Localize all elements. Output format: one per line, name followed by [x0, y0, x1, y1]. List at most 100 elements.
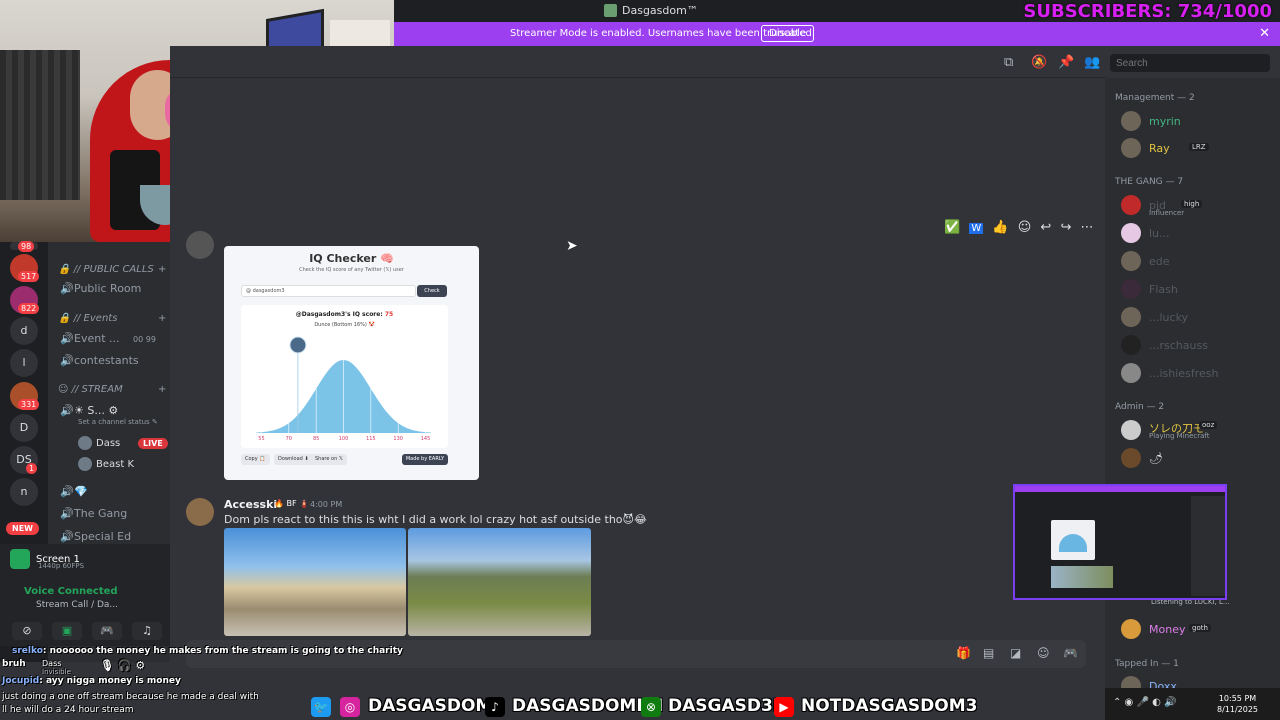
reply-icon[interactable]: ↩ — [1040, 220, 1051, 235]
preview-members — [1191, 496, 1225, 596]
voice-connected-status[interactable]: Voice Connected — [24, 586, 118, 597]
category-events[interactable]: 🔒 // Events + — [58, 313, 166, 324]
iq-title: IQ Checker 🧠 — [309, 252, 394, 265]
message-text: Dom pls react to this this is wht I did … — [224, 513, 647, 526]
disable-button[interactable]: Disable — [761, 25, 815, 42]
voice-channel-diamond[interactable]: 🔊💎 — [60, 485, 88, 498]
avatar — [1121, 619, 1141, 639]
reaction-thumbs[interactable]: 👍 — [992, 220, 1008, 235]
voice-call-name[interactable]: Stream Call / Da... — [36, 600, 118, 610]
search-input[interactable] — [1110, 54, 1270, 72]
speaker-icon: 🔊 — [60, 282, 74, 295]
channel-settings-icon[interactable]: ⚙ — [108, 404, 118, 417]
system-taskbar: ⌃ ◉ 🎤 ◐ 🔊 10:55 PM 8/11/2025 — [1105, 688, 1280, 720]
reaction-check[interactable]: ✅ — [944, 220, 960, 235]
sticker-icon[interactable]: ◪ — [1010, 646, 1021, 660]
avatar — [1121, 279, 1141, 299]
xbox-handle: DASGASD3M — [668, 696, 790, 716]
role-header-management: Management — 2 — [1115, 93, 1195, 103]
youtube-handle: NOTDASGASDOM3 — [801, 696, 978, 716]
forward-icon[interactable]: ↪ — [1060, 220, 1071, 235]
chat-line: just doing a one off stream because he m… — [2, 692, 259, 702]
new-badge[interactable]: NEW — [6, 522, 39, 535]
category-stream[interactable]: ☺ // STREAM + — [58, 384, 166, 395]
message-author[interactable]: Accesski — [224, 498, 277, 511]
server-badge: 1 — [26, 463, 38, 474]
close-icon[interactable]: ✕ — [1259, 26, 1270, 41]
server-icon[interactable]: d — [10, 317, 38, 345]
threads-icon[interactable]: ⧉ — [1004, 55, 1013, 70]
emoji-icon[interactable]: ☺ — [1037, 646, 1050, 660]
headphones-icon[interactable]: 🎧 — [118, 659, 132, 672]
instagram-icon: ◎ — [340, 697, 360, 717]
stream-preview-overlay — [1013, 484, 1227, 600]
voice-user-beast-k[interactable]: Beast K — [78, 457, 134, 471]
screen-share-icon[interactable]: ▣ — [52, 622, 82, 640]
iq-username-input: @ dasgasdom3 — [241, 285, 416, 297]
x-tick-label: 115 — [366, 436, 376, 442]
members-icon[interactable]: 👥 — [1084, 55, 1100, 70]
attached-photo-1[interactable] — [224, 528, 406, 636]
voice-channel-event[interactable]: 🔊Event ... 00 99 — [60, 332, 156, 345]
tiktok-icon: ♪ — [485, 697, 505, 717]
iq-subtitle: Check the IQ score of any Twitter (𝕏) us… — [299, 267, 404, 273]
avatar[interactable] — [186, 498, 214, 526]
voice-channel-contestants[interactable]: 🔊contestants — [60, 354, 139, 367]
avatar — [1121, 420, 1141, 440]
made-by-label: Made by EARLY — [401, 454, 448, 465]
xbox-icon: ⊗ — [641, 697, 661, 717]
settings-icon[interactable]: ⚙ — [135, 659, 145, 672]
stop-camera-icon[interactable]: ⊘ — [12, 622, 42, 640]
iq-buttons: Copy 📋 Download ⬇ Share on 𝕏 Made by EAR… — [241, 454, 448, 466]
voice-user-name[interactable]: Dass — [42, 659, 61, 668]
server-icon[interactable]: n — [10, 478, 38, 506]
voice-channel-public-room[interactable]: 🔊Public Room — [60, 282, 141, 295]
chat-area: ⧉ 🔕 📌 👥 ✅ W 👍 ☺ ↩ ↪ ⋯ IQ Checker 🧠 Check… — [170, 46, 1105, 686]
message-actions: ✅ W 👍 ☺ ↩ ↪ ⋯ — [944, 220, 1098, 242]
role-header-the-gang: THE GANG — 7 — [1115, 177, 1184, 187]
user-tags: 🔥 BF 🧯 — [274, 499, 310, 508]
subscriber-goal-overlay: SUBSCRIBERS: 734/1000 — [1023, 1, 1272, 22]
tray-icons[interactable]: ⌃ ◉ 🎤 ◐ 🔊 — [1113, 697, 1176, 708]
server-icon[interactable]: D — [10, 414, 38, 442]
x-tick-label: 85 — [313, 436, 319, 442]
x-tick-label: 145 — [421, 436, 431, 442]
live-badge: LIVE — [138, 438, 168, 449]
gift-icon[interactable]: 🎁 — [956, 646, 971, 660]
clock[interactable]: 10:55 PM 8/11/2025 — [1217, 693, 1258, 715]
channel-status-hint[interactable]: Set a channel status ✎ — [78, 418, 158, 426]
download-button: Download ⬇ — [274, 454, 313, 465]
mute-notifications-icon[interactable]: 🔕 — [1031, 55, 1047, 70]
server-icon[interactable]: l — [10, 349, 38, 377]
avatar — [1121, 111, 1141, 131]
speaker-icon: 🔊 — [60, 354, 74, 367]
voice-user-dass[interactable]: Dass — [78, 436, 120, 450]
chat-line: ll he will do a 24 hour stream — [2, 705, 134, 715]
iq-checker-image[interactable]: IQ Checker 🧠 Check the IQ score of any T… — [224, 246, 479, 480]
mic-icon[interactable]: 🎙 — [100, 659, 114, 672]
speaker-icon: 🔊 — [60, 507, 74, 520]
voice-channel-stream[interactable]: 🔊☀ S... ⚙ — [60, 404, 118, 417]
screen-icon — [10, 549, 30, 569]
more-icon[interactable]: ⋯ — [1080, 220, 1093, 235]
avatar[interactable] — [186, 231, 214, 259]
iq-result-panel: @Dasgasdom3's IQ score: 75 Dunce (Bottom… — [241, 305, 448, 448]
add-reaction-icon[interactable]: ☺ — [1018, 220, 1032, 235]
attached-photo-2[interactable] — [408, 528, 591, 636]
soundboard-icon[interactable]: ♫ — [132, 622, 162, 640]
gif-icon[interactable]: ▤ — [983, 646, 994, 660]
avatar — [1121, 223, 1141, 243]
activity-icon[interactable]: 🎮 — [92, 622, 122, 640]
voice-channel-the-gang[interactable]: 🔊The Gang — [60, 507, 127, 520]
category-public-calls[interactable]: 🔒 // PUBLIC CALLS + — [58, 264, 166, 275]
acoustic-foam — [0, 50, 80, 200]
x-tick-label: 130 — [393, 436, 403, 442]
user-controls: 🎙 🎧 ⚙ — [100, 659, 145, 672]
reaction-w[interactable]: W — [969, 223, 984, 234]
screen-share-preview[interactable]: Screen 1 1440p 60FPS — [10, 549, 84, 570]
speaker-icon: 🔊 — [60, 530, 74, 543]
game-icon[interactable]: 🎮 — [1063, 646, 1078, 660]
voice-channel-special-ed[interactable]: 🔊Special Ed — [60, 530, 131, 543]
pin-icon[interactable]: 📌 — [1058, 55, 1074, 70]
avatar — [1121, 195, 1141, 215]
